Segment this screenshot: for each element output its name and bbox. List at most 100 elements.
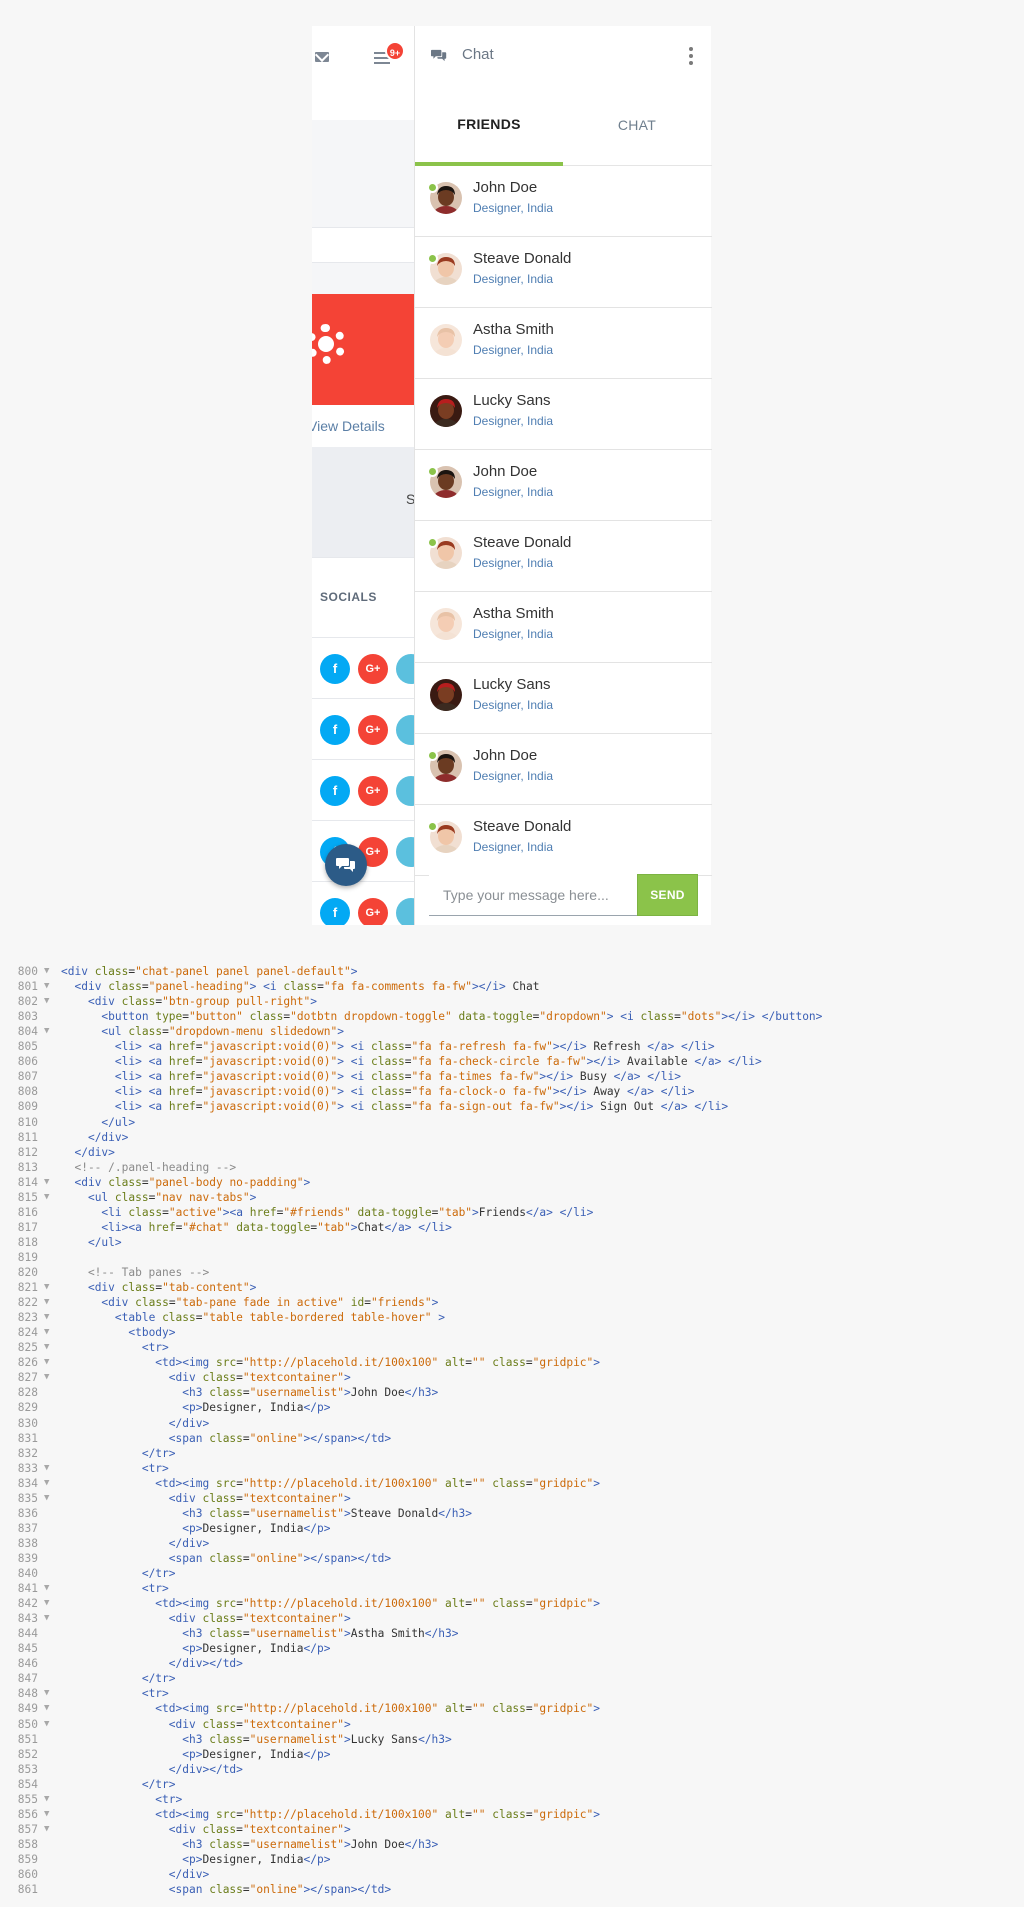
fold-arrow-icon[interactable]: ▼ — [44, 1310, 49, 1325]
fold-arrow-icon[interactable]: ▼ — [44, 1190, 49, 1205]
fold-arrow-icon[interactable]: ▼ — [44, 1280, 49, 1295]
fold-arrow-icon[interactable]: ▼ — [44, 1476, 49, 1491]
line-number: 807 — [17, 1070, 38, 1084]
code-line: 808 <li> <a href="javascript:void(0)"> <… — [0, 1084, 1024, 1099]
friend-row[interactable]: Steave Donald Designer, India — [415, 237, 712, 308]
line-number: 837 — [17, 1521, 38, 1535]
fold-arrow-icon[interactable]: ▼ — [44, 979, 49, 994]
friend-row[interactable]: Astha Smith Designer, India — [415, 308, 712, 379]
fold-arrow-icon[interactable]: ▼ — [44, 1686, 49, 1701]
message-input[interactable] — [429, 874, 637, 916]
friend-row[interactable]: John Doe Designer, India — [415, 734, 712, 805]
twitter-icon[interactable] — [396, 654, 414, 684]
fold-arrow-icon[interactable]: ▼ — [44, 1581, 49, 1596]
chat-panel: Chat FRIENDS CHAT John Doe Designer, Indi… — [414, 26, 712, 925]
line-number: 847 — [17, 1672, 38, 1686]
avatar — [430, 395, 462, 427]
fold-arrow-icon[interactable]: ▼ — [44, 1340, 49, 1355]
line-number: 848 — [17, 1687, 38, 1701]
line-number: 812 — [17, 1145, 38, 1159]
fold-arrow-icon[interactable]: ▼ — [44, 1175, 49, 1190]
fold-arrow-icon[interactable]: ▼ — [44, 1792, 49, 1807]
line-number: 815 — [17, 1190, 38, 1204]
friend-row[interactable]: Steave Donald Designer, India — [415, 805, 712, 876]
envelope-icon[interactable] — [315, 52, 329, 62]
line-number: 830 — [17, 1416, 38, 1430]
send-button[interactable]: SEND — [637, 874, 698, 916]
code-line: 807 <li> <a href="javascript:void(0)"> <… — [0, 1069, 1024, 1084]
code-line: 828 <h3 class="usernamelist">John Doe</h… — [0, 1385, 1024, 1400]
friend-role: Designer, India — [473, 769, 554, 783]
code-text: </div></td> — [168, 1657, 243, 1671]
fold-arrow-icon[interactable]: ▼ — [44, 1596, 49, 1611]
twitter-icon[interactable] — [396, 715, 414, 745]
code-line: 804 ▼ <ul class="dropdown-menu slidedown"… — [0, 1024, 1024, 1039]
code-text: <table class="table table-bordered table… — [114, 1311, 445, 1325]
code-line: 820 <!-- Tab panes --> — [0, 1265, 1024, 1280]
tab-friends[interactable]: FRIENDS — [415, 85, 563, 166]
code-text: <div class="btn-group pull-right"> — [87, 995, 318, 1009]
code-line: 844 <h3 class="usernamelist">Astha Smith… — [0, 1626, 1024, 1641]
twitter-icon[interactable] — [396, 898, 414, 925]
friends-list: John Doe Designer, India Steave Donald Desi… — [415, 166, 712, 876]
fold-arrow-icon[interactable]: ▼ — [44, 1807, 49, 1822]
facebook-icon[interactable]: f — [320, 715, 350, 745]
online-status-indicator — [427, 253, 438, 264]
code-text: <h3 class="usernamelist">Steave Donald</… — [182, 1506, 472, 1520]
friend-role: Designer, India — [473, 556, 554, 570]
fold-arrow-icon[interactable]: ▼ — [44, 964, 49, 979]
fold-arrow-icon[interactable]: ▼ — [44, 1024, 49, 1039]
line-number: 821 — [17, 1281, 38, 1295]
fold-arrow-icon[interactable]: ▼ — [44, 994, 49, 1009]
friend-row[interactable]: John Doe Designer, India — [415, 166, 712, 237]
google-plus-icon[interactable]: G+ — [358, 654, 388, 684]
code-text: <p>Designer, India</p> — [182, 1852, 331, 1866]
line-number: 831 — [17, 1431, 38, 1445]
fold-arrow-icon[interactable]: ▼ — [44, 1295, 49, 1310]
view-details-link[interactable]: View Details — [312, 405, 414, 447]
tab-chat[interactable]: CHAT — [563, 85, 711, 166]
line-number: 800 — [17, 965, 38, 978]
google-plus-icon[interactable]: G+ — [358, 715, 388, 745]
friend-row[interactable]: Astha Smith Designer, India — [415, 592, 712, 663]
kebab-dot-icon — [689, 61, 693, 65]
line-number: 856 — [17, 1807, 38, 1821]
line-number: 843 — [17, 1612, 38, 1626]
twitter-icon[interactable] — [396, 837, 414, 867]
friend-row[interactable]: Steave Donald Designer, India — [415, 521, 712, 592]
code-line: 832 </tr> — [0, 1446, 1024, 1461]
fold-arrow-icon[interactable]: ▼ — [44, 1701, 49, 1716]
code-line: 803 <button type="button" class="dotbtn … — [0, 1009, 1024, 1024]
code-line: 816 <li class="active"><a href="#friends… — [0, 1205, 1024, 1220]
chat-toggle-button[interactable] — [325, 844, 367, 886]
fold-arrow-icon[interactable]: ▼ — [44, 1717, 49, 1732]
friend-name: John Doe — [473, 179, 538, 196]
fold-arrow-icon[interactable]: ▼ — [44, 1822, 49, 1837]
more-options-button[interactable] — [687, 47, 695, 69]
fold-arrow-icon[interactable]: ▼ — [44, 1355, 49, 1370]
friend-row[interactable]: Lucky Sans Designer, India — [415, 663, 712, 734]
friend-row[interactable]: Lucky Sans Designer, India — [415, 379, 712, 450]
code-text: </ul> — [87, 1235, 122, 1249]
facebook-icon[interactable]: f — [320, 654, 350, 684]
fold-arrow-icon[interactable]: ▼ — [44, 1370, 49, 1385]
friend-row[interactable]: John Doe Designer, India — [415, 450, 712, 521]
line-number: 842 — [17, 1597, 38, 1611]
google-plus-icon[interactable]: G+ — [358, 776, 388, 806]
code-text: <li> <a href="javascript:void(0)"> <i cl… — [114, 1040, 715, 1054]
fold-arrow-icon[interactable]: ▼ — [44, 1461, 49, 1476]
fold-arrow-icon[interactable]: ▼ — [44, 1325, 49, 1340]
facebook-icon[interactable]: f — [320, 898, 350, 925]
twitter-icon[interactable] — [396, 776, 414, 806]
line-number: 836 — [17, 1506, 38, 1520]
code-line: 857 ▼ <div class="textcontainer"> — [0, 1822, 1024, 1837]
friend-name: John Doe — [473, 463, 538, 480]
code-text: <!-- Tab panes --> — [61, 1266, 210, 1279]
fold-arrow-icon[interactable]: ▼ — [44, 1491, 49, 1506]
facebook-icon[interactable]: f — [320, 776, 350, 806]
line-number: 860 — [17, 1868, 38, 1881]
google-plus-icon[interactable]: G+ — [358, 898, 388, 925]
avatar — [430, 324, 462, 356]
line-number: 857 — [17, 1822, 38, 1836]
fold-arrow-icon[interactable]: ▼ — [44, 1611, 49, 1626]
